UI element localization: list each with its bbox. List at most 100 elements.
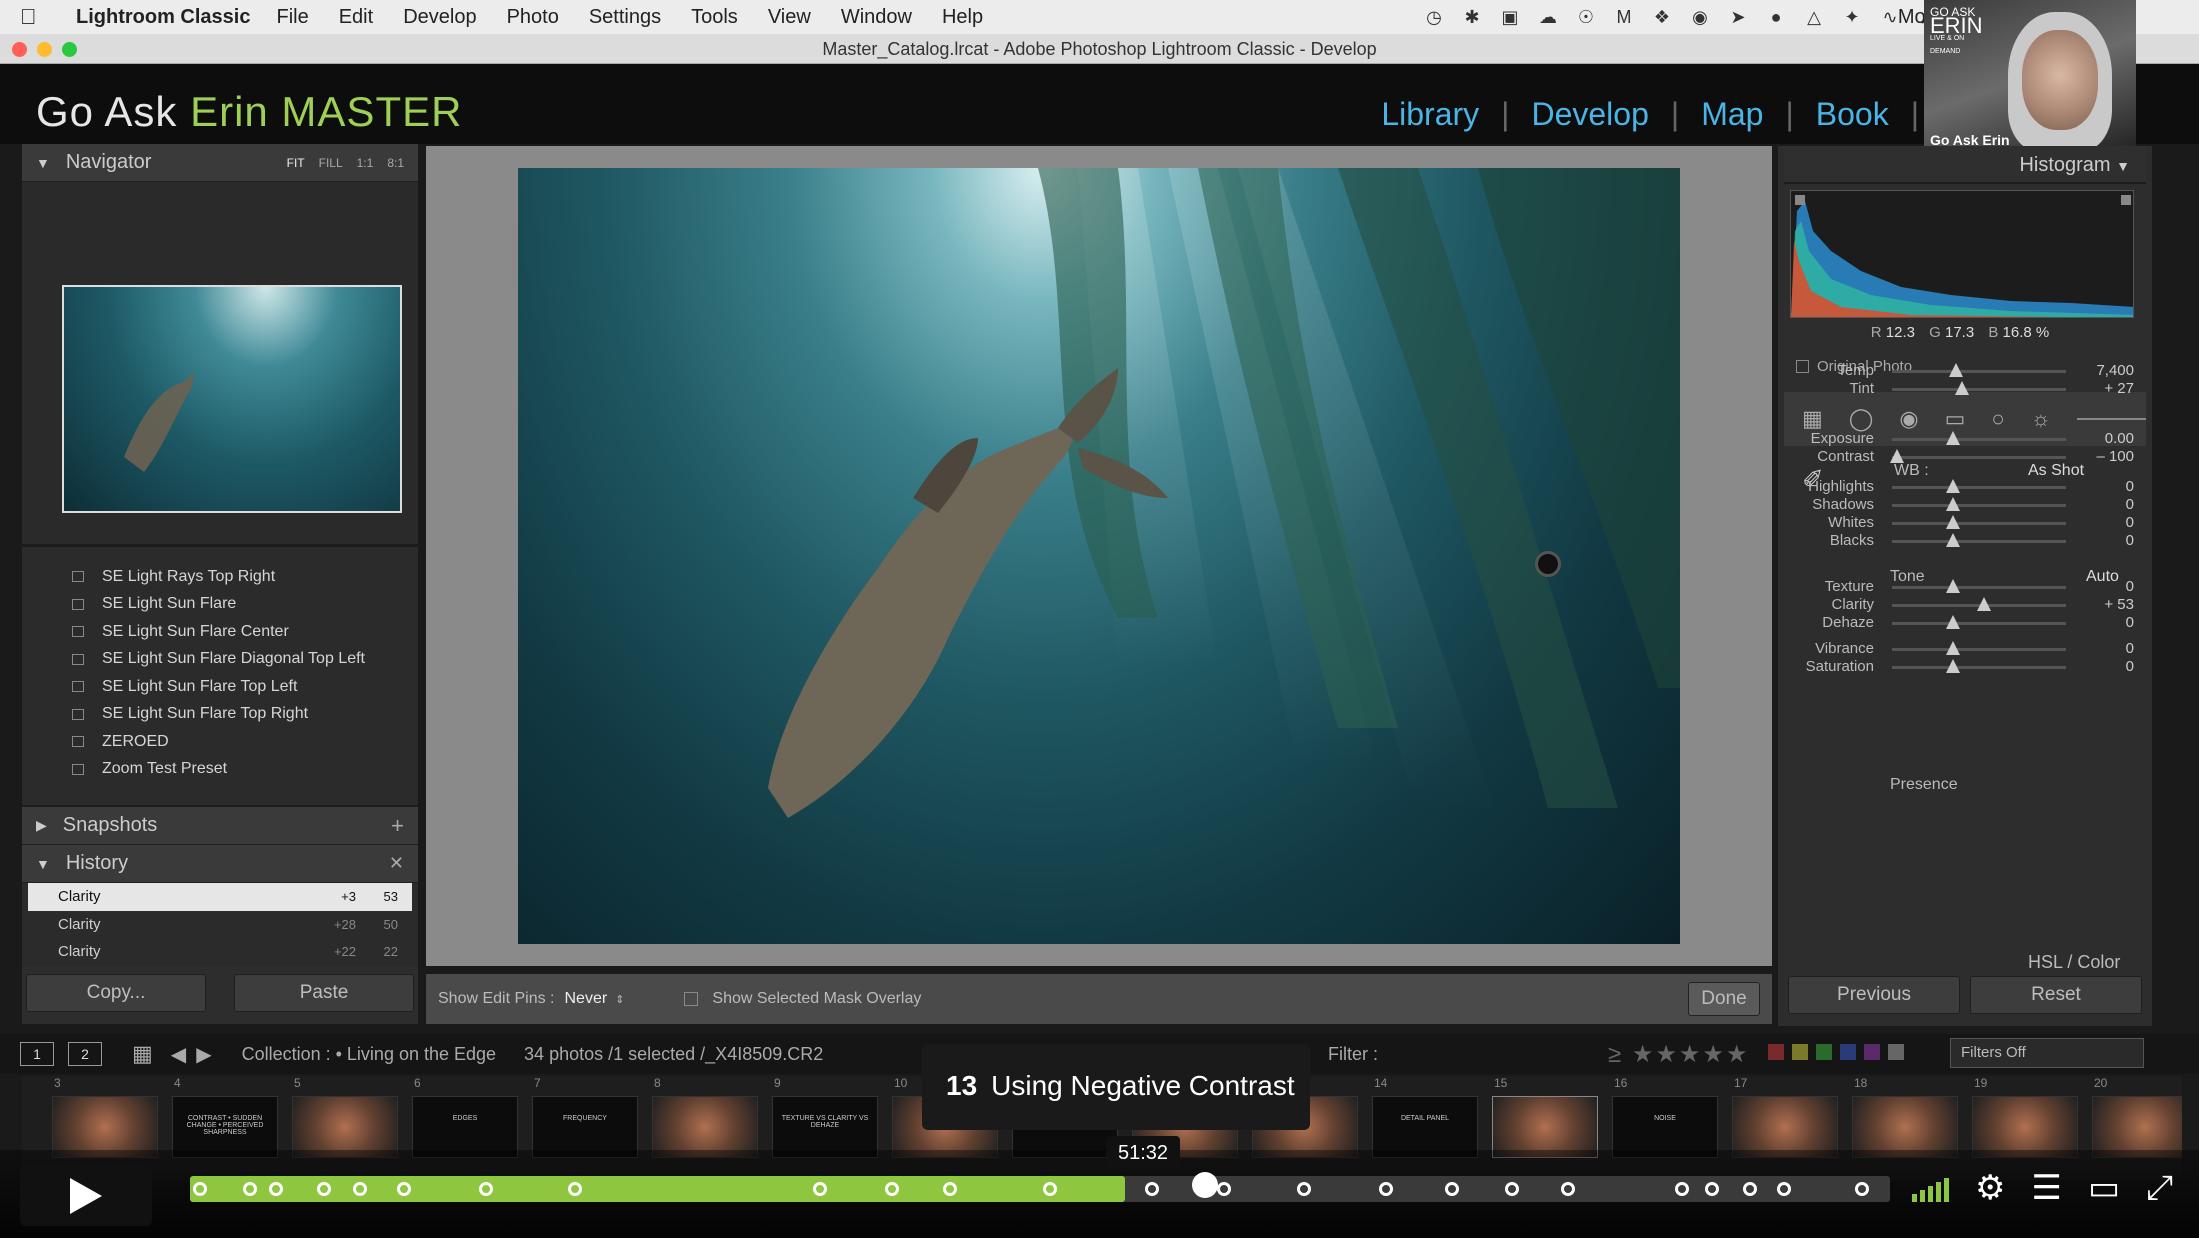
slider-blacks[interactable]: Blacks 0 xyxy=(1778,528,2152,554)
progress-bar[interactable] xyxy=(190,1172,1890,1202)
preset-item[interactable]: ZEROED xyxy=(22,728,418,756)
snapshots-header[interactable]: ▶ Snapshots + xyxy=(22,807,418,845)
chapter-marker[interactable] xyxy=(1217,1182,1231,1196)
slider-track[interactable] xyxy=(1892,522,2066,525)
chapter-marker[interactable] xyxy=(1705,1182,1719,1196)
slider-knob[interactable] xyxy=(1945,497,1960,511)
menu-settings[interactable]: Settings xyxy=(589,6,661,29)
preset-item[interactable]: SE Light Sun Flare Center xyxy=(22,618,418,646)
expand-triangle-icon[interactable]: ▶ xyxy=(36,817,47,834)
zoom-8-1[interactable]: 8:1 xyxy=(387,156,404,170)
previous-button[interactable]: Previous xyxy=(1788,976,1960,1014)
dropbox-icon[interactable]: ❖ xyxy=(1651,7,1673,28)
menu-edit[interactable]: Edit xyxy=(339,6,373,29)
slider-knob[interactable] xyxy=(1945,579,1960,593)
onepassword-icon[interactable]: ☉ xyxy=(1575,7,1597,28)
paste-button[interactable]: Paste xyxy=(234,974,414,1012)
edit-pins-select[interactable]: Never xyxy=(565,990,608,1008)
slider-track[interactable] xyxy=(1892,388,2066,391)
primary-display-button[interactable]: 1 xyxy=(20,1042,54,1066)
slider-value[interactable]: 0 xyxy=(2126,614,2134,631)
zoom-1-1[interactable]: 1:1 xyxy=(357,156,374,170)
play-button[interactable] xyxy=(20,1164,152,1226)
chapter-marker[interactable] xyxy=(813,1182,827,1196)
slider-knob[interactable] xyxy=(1945,641,1960,655)
chapters-list-icon[interactable]: ☰ xyxy=(2031,1168,2061,1208)
chapter-marker[interactable] xyxy=(1043,1182,1057,1196)
purple-label-filter[interactable] xyxy=(1864,1044,1880,1060)
preset-item[interactable]: SE Light Sun Flare Top Right xyxy=(22,701,418,729)
filmstrip-thumb[interactable]: TEXTURE VS CLARITY VS DEHAZE xyxy=(772,1096,878,1158)
chapter-marker[interactable] xyxy=(1561,1182,1575,1196)
bluetooth-icon[interactable]: ✱ xyxy=(1461,7,1483,28)
chapter-marker[interactable] xyxy=(193,1182,207,1196)
preset-item[interactable]: SE Light Rays Top Right xyxy=(22,563,418,591)
cloud-icon[interactable]: ☁ xyxy=(1537,7,1559,28)
rating-filter[interactable]: ≥ ★★★★★ xyxy=(1608,1040,1749,1069)
app-menu[interactable]: Lightroom Classic xyxy=(76,6,250,29)
slider-track[interactable] xyxy=(1892,504,2066,507)
chapter-marker[interactable] xyxy=(568,1182,582,1196)
slider-track[interactable] xyxy=(1892,648,2066,651)
module-develop[interactable]: Develop xyxy=(1531,96,1648,133)
history-step[interactable]: Clarity +28 50 xyxy=(28,911,412,939)
red-label-filter[interactable] xyxy=(1768,1044,1784,1060)
slider-value[interactable]: 0 xyxy=(2126,658,2134,675)
brush-size-slider[interactable] xyxy=(2076,418,2146,420)
chapter-marker[interactable] xyxy=(1675,1182,1689,1196)
forward-icon[interactable]: ➤ xyxy=(1727,7,1749,28)
reset-button[interactable]: Reset xyxy=(1970,976,2142,1014)
settings-gear-icon[interactable]: ⚙ xyxy=(1975,1168,2005,1208)
slider-knob[interactable] xyxy=(1945,479,1960,493)
filmstrip-thumb[interactable] xyxy=(292,1096,398,1158)
history-header[interactable]: ▼ History ✕ xyxy=(22,845,418,883)
slider-knob[interactable] xyxy=(1945,533,1960,547)
mask-overlay-checkbox[interactable] xyxy=(684,992,699,1006)
fullscreen-icon[interactable]: ⤢ xyxy=(2146,1169,2173,1208)
slider-knob[interactable] xyxy=(1890,449,1905,463)
chapter-marker[interactable] xyxy=(317,1182,331,1196)
menu-file[interactable]: File xyxy=(276,6,308,29)
slider-track[interactable] xyxy=(1892,370,2066,373)
collapse-triangle-icon[interactable]: ▼ xyxy=(36,155,50,171)
secondary-display-button[interactable]: 2 xyxy=(68,1042,102,1066)
mask-pin-icon[interactable] xyxy=(1535,551,1561,577)
zoom-fill[interactable]: FILL xyxy=(319,156,343,170)
slider-contrast[interactable]: Contrast – 100 xyxy=(1778,444,2152,470)
chapter-marker[interactable] xyxy=(1379,1182,1393,1196)
history-step[interactable]: Clarity +22 22 xyxy=(28,938,412,966)
gray-label-filter[interactable] xyxy=(1888,1044,1904,1060)
menu-window[interactable]: Window xyxy=(841,6,912,29)
slider-track[interactable] xyxy=(1892,666,2066,669)
filmstrip-thumb[interactable]: NOISE xyxy=(1612,1096,1718,1158)
menu-tools[interactable]: Tools xyxy=(691,6,738,29)
filmstrip-thumb[interactable] xyxy=(1972,1096,2078,1158)
histogram-header[interactable]: Histogram ▼ xyxy=(1784,146,2146,184)
slider-track[interactable] xyxy=(1892,622,2066,625)
back-arrow-icon[interactable]: ◀ xyxy=(171,1042,186,1067)
slider-knob[interactable] xyxy=(1954,381,1969,395)
slider-saturation[interactable]: Saturation 0 xyxy=(1778,654,2152,680)
slider-knob[interactable] xyxy=(1945,659,1960,673)
chapter-marker[interactable] xyxy=(243,1182,257,1196)
apple-icon[interactable]:  xyxy=(20,4,56,30)
chapter-marker[interactable] xyxy=(397,1182,411,1196)
green-label-filter[interactable] xyxy=(1816,1044,1832,1060)
menu-view[interactable]: View xyxy=(768,6,811,29)
blue-label-filter[interactable] xyxy=(1840,1044,1856,1060)
chapter-marker[interactable] xyxy=(479,1182,493,1196)
record-icon[interactable]: ● xyxy=(1765,7,1787,28)
filmstrip-thumb[interactable] xyxy=(1492,1096,1598,1158)
preset-item[interactable]: Zoom Test Preset xyxy=(22,756,418,784)
main-photo[interactable] xyxy=(518,168,1680,944)
slider-knob[interactable] xyxy=(1945,515,1960,529)
chapter-marker[interactable] xyxy=(1145,1182,1159,1196)
filmstrip-thumb[interactable] xyxy=(1732,1096,1838,1158)
hsl-color-header[interactable]: HSL / Color xyxy=(2028,952,2120,973)
display-icon[interactable]: ▣ xyxy=(1499,7,1521,28)
filmstrip-thumb[interactable]: DETAIL PANEL xyxy=(1372,1096,1478,1158)
collapse-triangle-icon[interactable]: ▼ xyxy=(2116,158,2130,174)
chapter-marker[interactable] xyxy=(1743,1182,1757,1196)
quality-icon[interactable] xyxy=(1912,1174,1949,1202)
filmstrip-thumb[interactable]: EDGES xyxy=(412,1096,518,1158)
